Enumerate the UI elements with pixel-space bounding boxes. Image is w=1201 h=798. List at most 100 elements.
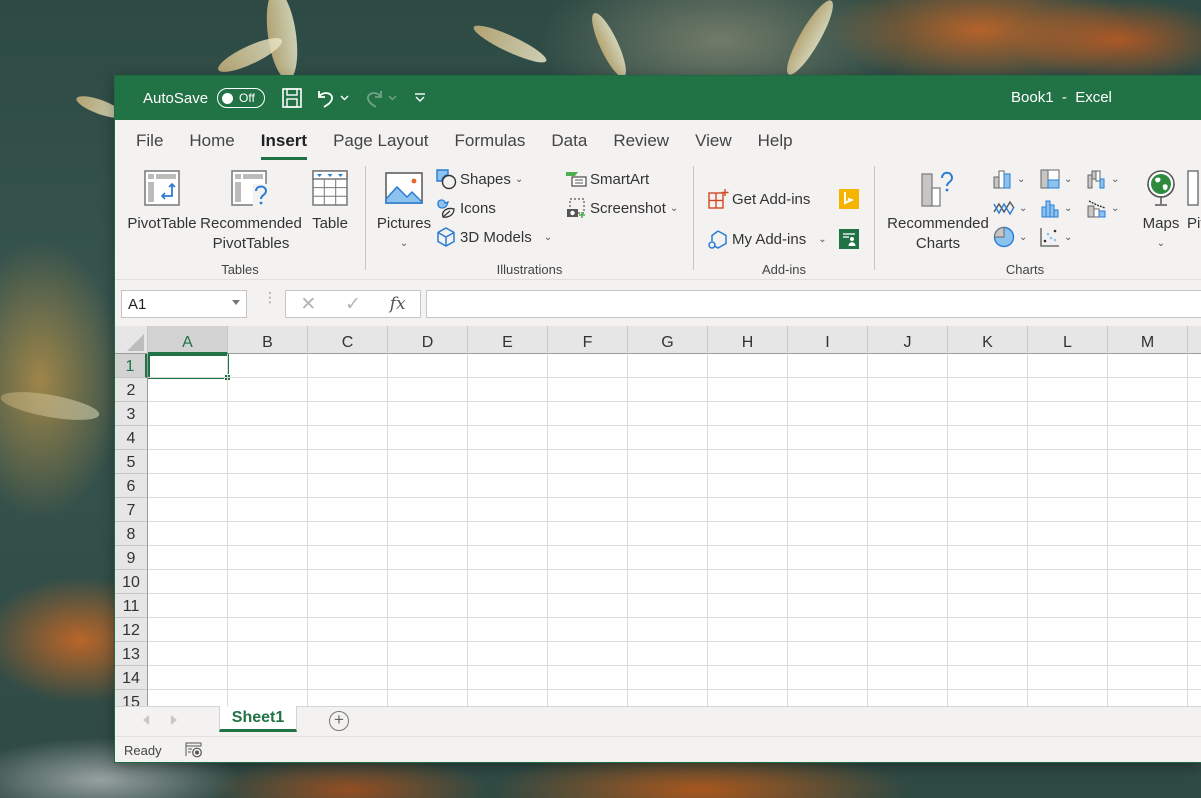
screenshot-button[interactable]: Screenshot ⌄ <box>564 195 678 221</box>
chevron-down-icon: ⌄ <box>1017 173 1026 185</box>
confirm-entry-button[interactable]: ✓ <box>331 293 376 316</box>
sheet-tab-sheet1[interactable]: Sheet1 <box>219 706 297 732</box>
shapes-button[interactable]: Shapes ⌄ <box>434 166 523 192</box>
customize-qat-button[interactable] <box>414 83 426 113</box>
tab-data[interactable]: Data <box>538 131 600 160</box>
column-header-i[interactable]: I <box>788 326 868 354</box>
grid-column-line <box>387 354 388 706</box>
grid-row-line <box>148 449 1201 450</box>
row-header-3[interactable]: 3 <box>115 402 147 426</box>
name-box-dropdown-icon[interactable] <box>232 300 240 305</box>
waterfall-chart-button[interactable]: ⌄ <box>1087 166 1119 192</box>
cell-area[interactable] <box>148 354 1201 706</box>
column-chart-button[interactable]: ⌄ <box>993 166 1025 192</box>
smartart-icon <box>566 172 587 187</box>
autosave-toggle[interactable]: Off <box>217 88 266 108</box>
chevron-down-icon: ⌄ <box>543 231 553 243</box>
active-cell[interactable] <box>148 354 231 381</box>
my-addins-button[interactable]: My Add-ins ⌄ <box>706 226 827 252</box>
combo-chart-button[interactable]: ⌄ <box>1087 195 1119 221</box>
column-header-k[interactable]: K <box>948 326 1028 354</box>
row-header-14[interactable]: 14 <box>115 666 147 690</box>
maps-button[interactable]: Maps ⌄ <box>1137 166 1185 254</box>
tab-view[interactable]: View <box>682 131 745 160</box>
column-header-d[interactable]: D <box>388 326 468 354</box>
row-header-6[interactable]: 6 <box>115 474 147 498</box>
column-header-e[interactable]: E <box>468 326 548 354</box>
formula-input[interactable] <box>426 290 1201 318</box>
pictures-button[interactable]: Pictures ⌄ <box>374 166 434 254</box>
tab-file[interactable]: File <box>123 131 176 160</box>
statistic-chart-button[interactable]: ⌄ <box>1040 195 1072 221</box>
column-header-h[interactable]: H <box>708 326 788 354</box>
scroll-sheets-right-icon[interactable] <box>171 715 177 725</box>
recommended-pivottables-button[interactable]: Recommended PivotTables <box>199 166 303 254</box>
grid-column-line <box>227 354 228 706</box>
grid-row-line <box>148 593 1201 594</box>
formula-buttons: ✕ ✓ fx <box>285 290 421 318</box>
row-header-10[interactable]: 10 <box>115 570 147 594</box>
row-header-12[interactable]: 12 <box>115 618 147 642</box>
line-chart-button[interactable]: ⌄ <box>993 195 1027 221</box>
row-header-13[interactable]: 13 <box>115 642 147 666</box>
pivotchart-button[interactable]: Piv <box>1187 166 1201 234</box>
cancel-entry-button[interactable]: ✕ <box>286 293 331 316</box>
row-header-4[interactable]: 4 <box>115 426 147 450</box>
insert-function-button[interactable]: fx <box>375 294 420 314</box>
background-leaf <box>470 19 550 69</box>
row-header-2[interactable]: 2 <box>115 378 147 402</box>
shapes-icon <box>436 169 457 190</box>
tab-page-layout[interactable]: Page Layout <box>320 131 441 160</box>
people-graph-button[interactable] <box>839 226 859 252</box>
row-header-15[interactable]: 15 <box>115 690 147 706</box>
get-addins-button[interactable]: Get Add-ins <box>706 186 810 212</box>
undo-button[interactable] <box>315 83 337 113</box>
column-header-l[interactable]: L <box>1028 326 1108 354</box>
grid-row-line <box>148 665 1201 666</box>
table-label: Table <box>312 215 348 232</box>
bing-maps-button[interactable] <box>839 186 859 212</box>
grid-row-line <box>148 521 1201 522</box>
redo-dropdown[interactable] <box>388 83 397 113</box>
column-header-f[interactable]: F <box>548 326 628 354</box>
column-header-g[interactable]: G <box>628 326 708 354</box>
column-header-a[interactable]: A <box>148 326 228 354</box>
row-header-7[interactable]: 7 <box>115 498 147 522</box>
pivotchart-icon <box>1187 170 1199 206</box>
row-header-1[interactable]: 1 <box>115 354 147 378</box>
row-header-5[interactable]: 5 <box>115 450 147 474</box>
accessibility-check-button[interactable] <box>185 742 203 762</box>
tab-review[interactable]: Review <box>600 131 682 160</box>
row-header-8[interactable]: 8 <box>115 522 147 546</box>
icons-button[interactable]: Icons <box>434 195 496 221</box>
recommended-charts-button[interactable]: Recommended Charts <box>885 166 991 254</box>
scatter-chart-button[interactable]: ⌄ <box>1040 224 1072 250</box>
chevron-down-icon: ⌄ <box>1064 173 1073 185</box>
tab-formulas[interactable]: Formulas <box>442 131 539 160</box>
name-box[interactable]: A1 <box>121 290 247 318</box>
select-all-button[interactable] <box>115 326 148 354</box>
smartart-button[interactable]: SmartArt <box>564 166 649 192</box>
3d-models-button[interactable]: 3D Models ⌄ <box>434 224 552 250</box>
tab-insert[interactable]: Insert <box>248 131 320 160</box>
tab-home[interactable]: Home <box>176 131 247 160</box>
pie-chart-button[interactable]: ⌄ <box>993 224 1027 250</box>
scroll-sheets-left-icon[interactable] <box>143 715 149 725</box>
pivottable-button[interactable]: PivotTable <box>125 166 199 234</box>
column-header-m[interactable]: M <box>1108 326 1188 354</box>
formula-bar-grip[interactable]: ⋮ <box>263 290 277 304</box>
table-button[interactable]: Table <box>305 166 355 234</box>
tab-help[interactable]: Help <box>745 131 806 160</box>
column-header-j[interactable]: J <box>868 326 948 354</box>
redo-button[interactable] <box>363 83 385 113</box>
chevron-down-icon: ⌄ <box>514 173 524 185</box>
hierarchy-chart-button[interactable]: ⌄ <box>1040 166 1072 192</box>
undo-dropdown[interactable] <box>340 83 349 113</box>
row-header-9[interactable]: 9 <box>115 546 147 570</box>
row-header-11[interactable]: 11 <box>115 594 147 618</box>
add-sheet-button[interactable]: + <box>329 711 349 731</box>
column-header-c[interactable]: C <box>308 326 388 354</box>
grid-row-line <box>148 473 1201 474</box>
save-button[interactable] <box>281 83 303 113</box>
column-header-b[interactable]: B <box>228 326 308 354</box>
